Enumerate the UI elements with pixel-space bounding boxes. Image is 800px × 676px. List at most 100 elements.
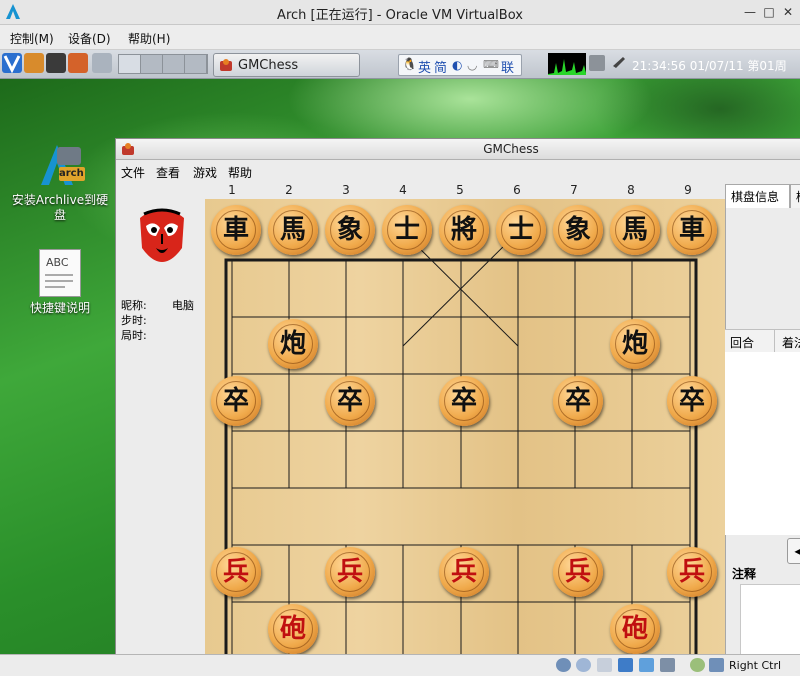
piece-red-soldier[interactable]: 兵 xyxy=(553,547,603,597)
piece-red-cannon[interactable]: 砲 xyxy=(268,604,318,654)
piece-label: 卒 xyxy=(450,386,477,416)
ime-status[interactable]: 联 xyxy=(501,57,514,76)
piece-black-soldier[interactable]: 卒 xyxy=(325,376,375,426)
guest-top-panel: GMChess 🐧 英 简 ◐ ◡ ⌨ 联 21:34:56 01/07/11 … xyxy=(0,50,800,79)
moves-col-move[interactable]: 着法 xyxy=(782,334,800,351)
browser-icon[interactable] xyxy=(68,53,88,73)
moon-icon[interactable]: ◐ xyxy=(452,58,462,72)
close-icon[interactable]: ✕ xyxy=(780,4,796,20)
menu-view[interactable]: 查看 xyxy=(156,164,180,181)
piece-label: 車 xyxy=(222,215,249,245)
minimize-icon[interactable]: — xyxy=(742,4,758,20)
keyboard-icon[interactable]: ⌨ xyxy=(483,58,499,71)
menu-devices[interactable]: 设备(D) xyxy=(68,30,111,47)
host-key-label: Right Ctrl xyxy=(729,659,782,672)
column-number: 9 xyxy=(684,183,692,197)
piece-black-elephant[interactable]: 象 xyxy=(325,205,375,255)
piece-label: 馬 xyxy=(621,215,648,245)
file-manager-icon[interactable] xyxy=(24,53,44,73)
piece-label: 砲 xyxy=(621,614,648,644)
notes-label: 注释 xyxy=(732,567,757,581)
ime-mode[interactable]: 简 xyxy=(434,57,447,76)
panel-clock[interactable]: 21:34:56 01/07/11 第01周 xyxy=(632,57,787,74)
window-title: Arch [正在运行] - Oracle VM VirtualBox xyxy=(277,8,523,23)
piece-black-horse[interactable]: 馬 xyxy=(610,205,660,255)
piece-black-general[interactable]: 將 xyxy=(439,205,489,255)
piece-black-soldier[interactable]: 卒 xyxy=(439,376,489,426)
network-icon[interactable] xyxy=(589,55,605,71)
tab-board-info[interactable]: 棋盘信息 xyxy=(725,184,790,209)
piece-red-soldier[interactable]: 兵 xyxy=(325,547,375,597)
piece-label: 士 xyxy=(507,215,534,245)
start-menu-icon[interactable] xyxy=(2,53,22,74)
menu-file[interactable]: 文件 xyxy=(121,164,145,181)
desktop-icon-install-archlive[interactable]: arch 安装Archlive到硬盘 xyxy=(10,141,110,223)
piece-label: 車 xyxy=(678,215,705,245)
input-method-bar[interactable]: 🐧 英 简 ◐ ◡ ⌨ 联 xyxy=(398,54,522,76)
piece-black-advisor[interactable]: 士 xyxy=(382,205,432,255)
workspace-1[interactable] xyxy=(119,55,141,73)
moves-col-round[interactable]: 回合 xyxy=(730,334,754,351)
gmchess-titlebar[interactable]: GMChess xyxy=(116,139,800,160)
nickname-value: 电脑 xyxy=(172,299,194,312)
display-icon[interactable] xyxy=(660,658,675,672)
player-info-panel: 昵称: 电脑 步时: 局时: xyxy=(116,184,204,654)
abc-badge: ABC xyxy=(46,256,69,269)
menu-help[interactable]: 帮助 xyxy=(228,164,252,181)
column-number: 1 xyxy=(228,183,236,197)
network-adapter-icon[interactable] xyxy=(618,658,633,672)
piece-black-cannon[interactable]: 炮 xyxy=(610,319,660,369)
terminal-icon[interactable] xyxy=(46,53,66,73)
maximize-icon[interactable]: □ xyxy=(761,4,777,20)
punct-icon[interactable]: ◡ xyxy=(467,58,477,72)
piece-black-advisor[interactable]: 士 xyxy=(496,205,546,255)
piece-black-soldier[interactable]: 卒 xyxy=(667,376,717,426)
piece-label: 兵 xyxy=(222,557,249,587)
menu-control[interactable]: 控制(M) xyxy=(10,30,54,47)
piece-red-cannon[interactable]: 砲 xyxy=(610,604,660,654)
vbox-titlebar: Arch [正在运行] - Oracle VM VirtualBox — □ ✕ xyxy=(0,0,800,25)
tab-second[interactable]: 棋 xyxy=(790,184,800,209)
cpu-monitor xyxy=(548,53,586,75)
game-time-label: 局时: xyxy=(121,329,147,342)
workspace-3[interactable] xyxy=(163,55,185,73)
moves-header: 回合 着法 xyxy=(725,329,800,353)
workspace-pager[interactable] xyxy=(118,54,208,74)
workspace-2[interactable] xyxy=(141,55,163,73)
optical-drive-icon[interactable] xyxy=(576,658,591,672)
piece-red-soldier[interactable]: 兵 xyxy=(211,547,261,597)
shared-folders-icon[interactable] xyxy=(639,658,654,672)
piece-black-elephant[interactable]: 象 xyxy=(553,205,603,255)
piece-label: 兵 xyxy=(336,557,363,587)
opera-mask-avatar xyxy=(134,204,190,274)
desktop-icon-shortcuts[interactable]: ABC 快捷键说明 xyxy=(10,249,110,316)
mouse-integration-icon[interactable] xyxy=(690,658,705,672)
host-key-icon[interactable] xyxy=(709,658,724,672)
arch-install-icon: arch xyxy=(35,141,85,189)
piece-black-chariot[interactable]: 車 xyxy=(667,205,717,255)
chess-app-icon xyxy=(220,59,232,71)
piece-label: 卒 xyxy=(336,386,363,416)
piece-red-soldier[interactable]: 兵 xyxy=(667,547,717,597)
volume-icon[interactable] xyxy=(611,55,627,71)
ime-lang[interactable]: 英 xyxy=(418,57,431,76)
hard-disk-icon[interactable] xyxy=(556,658,571,672)
usb-icon[interactable] xyxy=(597,658,612,672)
piece-label: 卒 xyxy=(564,386,591,416)
piece-black-horse[interactable]: 馬 xyxy=(268,205,318,255)
piece-black-chariot[interactable]: 車 xyxy=(211,205,261,255)
taskbar-gmchess-button[interactable]: GMChess xyxy=(213,53,360,77)
scroll-left-button[interactable]: ◀ xyxy=(787,538,800,564)
piece-black-soldier[interactable]: 卒 xyxy=(211,376,261,426)
step-time-label: 步时: xyxy=(121,314,147,327)
show-desktop-icon[interactable] xyxy=(92,53,112,73)
piece-red-soldier[interactable]: 兵 xyxy=(439,547,489,597)
piece-black-cannon[interactable]: 炮 xyxy=(268,319,318,369)
menu-help[interactable]: 帮助(H) xyxy=(128,30,170,47)
workspace-4[interactable] xyxy=(185,55,207,73)
notes-textarea[interactable] xyxy=(740,584,800,655)
menu-game[interactable]: 游戏 xyxy=(193,164,217,181)
column-number: 4 xyxy=(399,183,407,197)
piece-black-soldier[interactable]: 卒 xyxy=(553,376,603,426)
moves-list[interactable] xyxy=(725,352,800,535)
